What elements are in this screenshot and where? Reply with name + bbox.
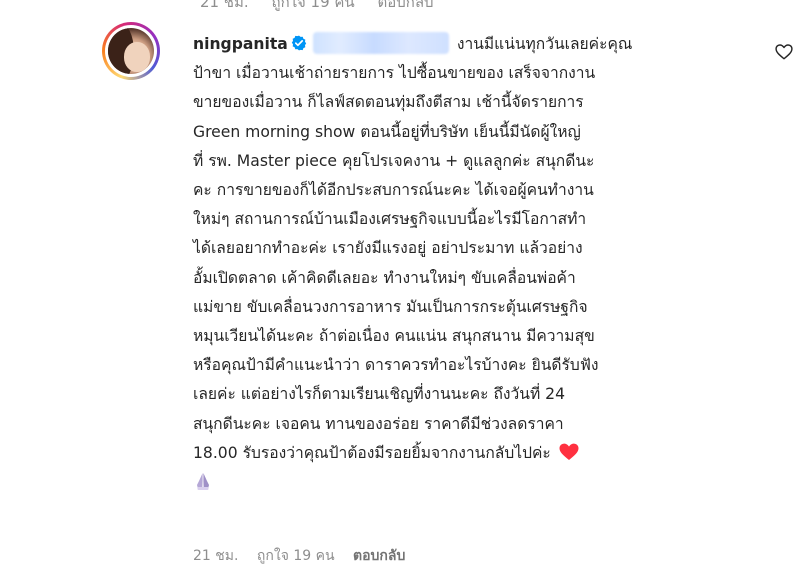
- comment-emoji-line: [193, 468, 733, 497]
- previous-comment-reply[interactable]: ตอบกลับ: [377, 0, 433, 11]
- comment-text-line: ป้าขา เมื่อวานเช้าถ่ายรายการ ไปซื้อนขายข…: [193, 64, 596, 83]
- avatar-ring-gap: [105, 25, 157, 77]
- verified-badge-icon: [291, 35, 307, 51]
- heart-outline-icon[interactable]: [775, 43, 793, 61]
- comment-text-line: แม่ขาย ขับเคลื่อนวงการอาหาร มันเป็นการกร…: [193, 297, 588, 316]
- comment-text-line: ใหม่ๆ สถานการณ์บ้านเมืองเศรษฐกิจแบบนี้อะ…: [193, 210, 587, 229]
- comment-text-line: คะ การขายของก็ได้อีกประสบการณ์นะคะ ได้เจ…: [193, 181, 594, 200]
- comment-text-line: ขายของเมื่อวาน ก็ไลฟ์สดตอนทุ่มถึงตีสาม เ…: [193, 93, 584, 112]
- comment-time: 21 ชม.: [193, 548, 239, 564]
- comment-text-line: เลยค่ะ แต่อย่างไรก็ตามเรียนเชิญที่งานนะค…: [193, 385, 566, 404]
- comment-footer: 21 ชม. ถูกใจ 19 คน ตอบกลับ: [193, 545, 419, 567]
- comment-body: ningpanita งานมีแน่นทุกวันเลยค่ะคุณ ป้าข…: [193, 30, 733, 497]
- reply-button[interactable]: ตอบกลับ: [353, 548, 405, 564]
- comment-last-line: 18.00 รับรองว่าคุณป้าต้องมีรอยยิ้มจากงาน…: [193, 439, 733, 468]
- comment-text-line: Green morning show ตอนนี้อยู่ที่บริษัท เ…: [193, 122, 581, 141]
- blurred-mention[interactable]: [312, 32, 449, 54]
- folded-hands-icon: [197, 473, 209, 491]
- comment-text-line: 18.00 รับรองว่าคุณป้าต้องมีรอยยิ้มจากงาน…: [193, 443, 551, 462]
- previous-comment-likes[interactable]: ถูกใจ 19 คน: [271, 0, 354, 11]
- comment-text-line: ที่ รพ. Master piece คุยโปรเจคงาน + ดูแล…: [193, 151, 595, 170]
- comment-line-1: ningpanita งานมีแน่นทุกวันเลยค่ะคุณ: [193, 30, 733, 59]
- comment-likes[interactable]: ถูกใจ 19 คน: [257, 548, 335, 564]
- comment-text-line: หมุนเวียนได้นะคะ ถ้าต่อเนื่อง คนแน่น สนุ…: [193, 327, 595, 346]
- comment-text-line: งานมีแน่นทุกวันเลยค่ะคุณ: [456, 35, 633, 53]
- avatar-photo: [108, 28, 154, 74]
- avatar[interactable]: [102, 22, 160, 80]
- comment-text-line: อั้มเปิดตลาด เค้าคิดดีเลยอะ ทำงานใหม่ๆ ข…: [193, 268, 576, 287]
- heart-emoji-icon: [559, 443, 579, 460]
- comment-text-line: สนุกดีนะคะ เจอคน ทานของอร่อย ราคาดีมีช่ว…: [193, 414, 564, 433]
- comment-text-line: หรือคุณป้ามีคำแนะนำว่า ดาราควรทำอะไรบ้าง…: [193, 356, 599, 375]
- previous-comment-time: 21 ชม.: [200, 0, 249, 11]
- previous-comment-meta: 21 ชม. ถูกใจ 19 คน ตอบกลับ: [200, 0, 452, 11]
- comment-text-line: ได้เลยอยากทำอะค่ะ เรายังมีแรงอยู่ อย่าปร…: [193, 239, 583, 258]
- username[interactable]: ningpanita: [193, 35, 288, 53]
